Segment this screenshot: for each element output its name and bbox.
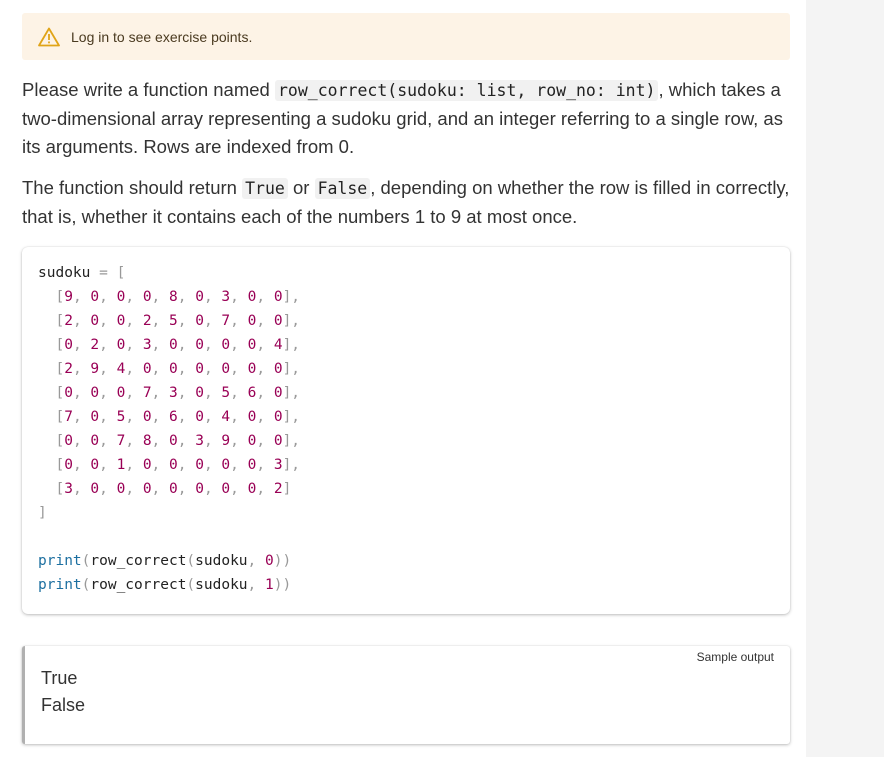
sudoku-cell-value: 3 — [273, 457, 283, 473]
code-line-assign: sudoku = [ — [38, 265, 126, 281]
sudoku-cell-value: 0 — [142, 289, 152, 305]
sudoku-cell-value: 8 — [169, 289, 178, 305]
sudoku-cell-value: 0 — [273, 313, 283, 329]
sudoku-cell-value: 0 — [142, 409, 152, 425]
page-margin — [806, 0, 884, 757]
sample-output-line: False — [41, 695, 86, 715]
sudoku-cell-value: 0 — [221, 481, 231, 497]
sudoku-cell-value: 0 — [169, 361, 178, 377]
sudoku-cell-value: 5 — [221, 385, 231, 401]
sudoku-cell-value: 0 — [90, 409, 100, 425]
sudoku-cell-value: 0 — [90, 313, 100, 329]
sudoku-cell-value: 0 — [90, 457, 100, 473]
sudoku-cell-value: 7 — [64, 409, 73, 425]
sudoku-row-line: [2, 9, 4, 0, 0, 0, 0, 0, 0], — [38, 361, 301, 377]
sudoku-cell-value: 9 — [90, 361, 100, 377]
sudoku-cell-value: 7 — [142, 385, 152, 401]
sample-output-line: True — [41, 668, 78, 688]
sudoku-cell-value: 0 — [90, 289, 100, 305]
sudoku-row-line: [0, 2, 0, 3, 0, 0, 0, 0, 4], — [38, 337, 301, 353]
sudoku-cell-value: 0 — [195, 361, 204, 377]
sudoku-cell-value: 2 — [142, 313, 152, 329]
sudoku-cell-value: 6 — [169, 409, 178, 425]
sudoku-cell-value: 0 — [221, 361, 231, 377]
sudoku-cell-value: 0 — [90, 481, 100, 497]
code-example: sudoku = [ [9, 0, 0, 0, 8, 0, 3, 0, 0], … — [22, 247, 790, 614]
sudoku-cell-value: 8 — [142, 433, 152, 449]
sudoku-cell-value: 0 — [169, 457, 178, 473]
exercise-page: Log in to see exercise points. Please wr… — [0, 0, 806, 757]
login-alert-text: Log in to see exercise points. — [71, 28, 253, 45]
sudoku-row-line: [0, 0, 0, 7, 3, 0, 5, 6, 0], — [38, 385, 301, 401]
sudoku-cell-value: 2 — [90, 337, 100, 353]
sudoku-cell-value: 0 — [195, 289, 204, 305]
code-line-close: ] — [38, 505, 47, 521]
sudoku-row-line: [9, 0, 0, 0, 8, 0, 3, 0, 0], — [38, 289, 301, 305]
exercise-description: Please write a function named row_correc… — [22, 79, 783, 157]
sudoku-cell-value: 2 — [64, 313, 73, 329]
sudoku-cell-value: 0 — [195, 457, 204, 473]
login-alert: Log in to see exercise points. — [22, 13, 790, 60]
sudoku-cell-value: 3 — [169, 385, 178, 401]
sudoku-cell-value: 0 — [273, 289, 283, 305]
sudoku-cell-value: 0 — [142, 457, 152, 473]
sudoku-cell-value: 2 — [273, 481, 283, 497]
sudoku-cell-value: 0 — [142, 481, 152, 497]
sudoku-cell-value: 0 — [273, 433, 283, 449]
sudoku-cell-value: 0 — [195, 313, 204, 329]
sudoku-cell-value: 9 — [64, 289, 73, 305]
sudoku-cell-value: 0 — [195, 409, 204, 425]
sudoku-row-line: [0, 0, 7, 8, 0, 3, 9, 0, 0], — [38, 433, 301, 449]
inline-code-true: True — [242, 178, 288, 199]
sudoku-row-line: [3, 0, 0, 0, 0, 0, 0, 0, 2] — [38, 481, 292, 497]
sudoku-cell-value: 0 — [64, 337, 73, 353]
sudoku-cell-value: 3 — [142, 337, 152, 353]
sudoku-cell-value: 4 — [273, 337, 283, 353]
code-line-print-1: print(row_correct(sudoku, 1)) — [38, 577, 292, 593]
sudoku-cell-value: 4 — [221, 409, 231, 425]
sudoku-cell-value: 0 — [273, 409, 283, 425]
sudoku-cell-value: 3 — [64, 481, 73, 497]
sudoku-cell-value: 7 — [221, 313, 231, 329]
sudoku-cell-value: 0 — [169, 337, 178, 353]
sudoku-cell-value: 0 — [195, 481, 204, 497]
sudoku-cell-value: 0 — [64, 385, 73, 401]
warning-triangle-icon — [38, 27, 60, 46]
sudoku-cell-value: 0 — [142, 361, 152, 377]
sudoku-row-line: [0, 0, 1, 0, 0, 0, 0, 0, 3], — [38, 457, 301, 473]
sample-output-label: Sample output — [696, 650, 774, 664]
sudoku-cell-value: 0 — [64, 433, 73, 449]
code-line-print-0: print(row_correct(sudoku, 0)) — [38, 553, 292, 569]
sudoku-cell-value: 0 — [195, 337, 204, 353]
sudoku-cell-value: 0 — [90, 433, 100, 449]
exercise-return-description: The function should return True or False… — [22, 177, 790, 227]
sudoku-cell-value: 2 — [64, 361, 73, 377]
sample-output-box: Sample output True False — [22, 646, 790, 744]
sudoku-cell-value: 0 — [169, 433, 178, 449]
sudoku-row-line: [2, 0, 0, 2, 5, 0, 7, 0, 0], — [38, 313, 301, 329]
sudoku-row-line: [7, 0, 5, 0, 6, 0, 4, 0, 0], — [38, 409, 301, 425]
sudoku-cell-value: 0 — [273, 385, 283, 401]
sudoku-cell-value: 0 — [221, 337, 231, 353]
sudoku-cell-value: 5 — [169, 313, 178, 329]
sudoku-cell-value: 0 — [90, 385, 100, 401]
sudoku-cell-value: 0 — [195, 385, 204, 401]
sudoku-cell-value: 9 — [221, 433, 231, 449]
sudoku-cell-value: 0 — [64, 457, 73, 473]
inline-code-signature: row_correct(sudoku: list, row_no: int) — [274, 80, 659, 101]
inline-code-false: False — [314, 178, 371, 199]
sudoku-cell-value: 0 — [169, 481, 178, 497]
sudoku-cell-value: 0 — [221, 457, 231, 473]
sudoku-cell-value: 3 — [221, 289, 231, 305]
sudoku-cell-value: 3 — [195, 433, 204, 449]
sudoku-cell-value: 0 — [273, 361, 283, 377]
